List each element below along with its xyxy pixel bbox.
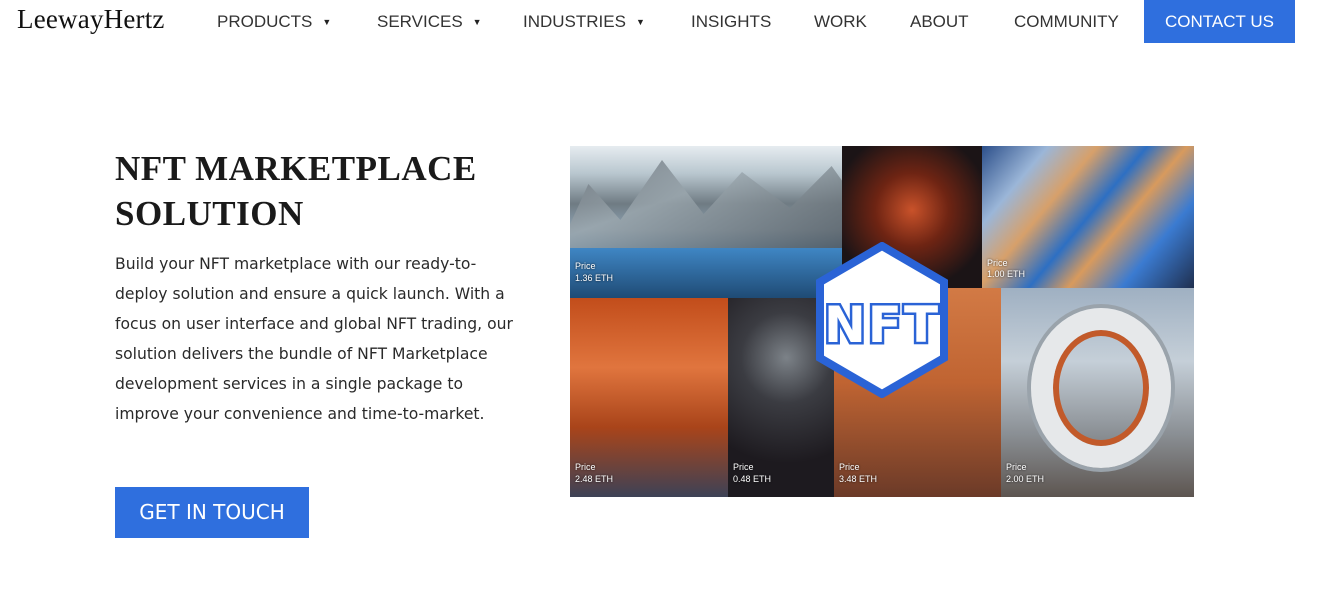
ring-shape	[1031, 308, 1171, 468]
price-value: 2.48 ETH	[575, 474, 614, 484]
contact-us-button[interactable]: CONTACT US	[1144, 0, 1295, 43]
nav-community[interactable]: COMMUNITY	[1014, 10, 1119, 34]
nav-industries[interactable]: INDUSTRIES ▼	[523, 10, 645, 34]
nft-artwork-abstract: Price 1.00 ETH	[982, 146, 1194, 288]
price-label: Price	[733, 462, 754, 472]
nft-artwork-towers: Price 2.48 ETH	[570, 298, 728, 497]
price-label: Price	[575, 261, 596, 271]
nft-badge-text: NFT	[824, 296, 940, 354]
chevron-down-icon: ▼	[322, 17, 332, 27]
price-label: Price	[839, 462, 860, 472]
price-value: 0.48 ETH	[733, 474, 772, 484]
get-in-touch-button[interactable]: GET IN TOUCH	[115, 487, 309, 538]
page-title: NFT MARKETPLACE SOLUTION	[115, 149, 477, 233]
nav-services[interactable]: SERVICES ▼	[377, 10, 482, 34]
price-label: Price	[575, 462, 596, 472]
nav-products[interactable]: PRODUCTS ▼	[217, 10, 331, 34]
nav-work[interactable]: WORK	[814, 10, 867, 34]
nav-products-label: PRODUCTS	[217, 12, 313, 31]
price-value: 3.48 ETH	[839, 474, 878, 484]
nav-services-label: SERVICES	[377, 12, 463, 31]
nav-industries-label: INDUSTRIES	[523, 12, 626, 31]
hero-description: Build your NFT marketplace with our read…	[115, 255, 513, 423]
nav-insights[interactable]: INSIGHTS	[691, 10, 771, 34]
site-logo[interactable]: LeewayHertz	[17, 4, 165, 35]
nft-collage-image: Price 1.36 ETH Price 1.00 ETH Price 2.48…	[570, 146, 1194, 497]
nav-about[interactable]: ABOUT	[910, 10, 969, 34]
price-value: 1.00 ETH	[987, 269, 1026, 279]
price-label: Price	[987, 258, 1008, 268]
price-value: 2.00 ETH	[1006, 474, 1045, 484]
nft-hexagon-logo: NFT	[816, 242, 948, 398]
price-value: 1.36 ETH	[575, 273, 614, 283]
nft-artwork-ring: Price 2.00 ETH	[1001, 288, 1194, 497]
chevron-down-icon: ▼	[472, 17, 482, 27]
chevron-down-icon: ▼	[635, 17, 645, 27]
nft-artwork-landscape: Price 1.36 ETH	[570, 146, 842, 298]
price-label: Price	[1006, 462, 1027, 472]
